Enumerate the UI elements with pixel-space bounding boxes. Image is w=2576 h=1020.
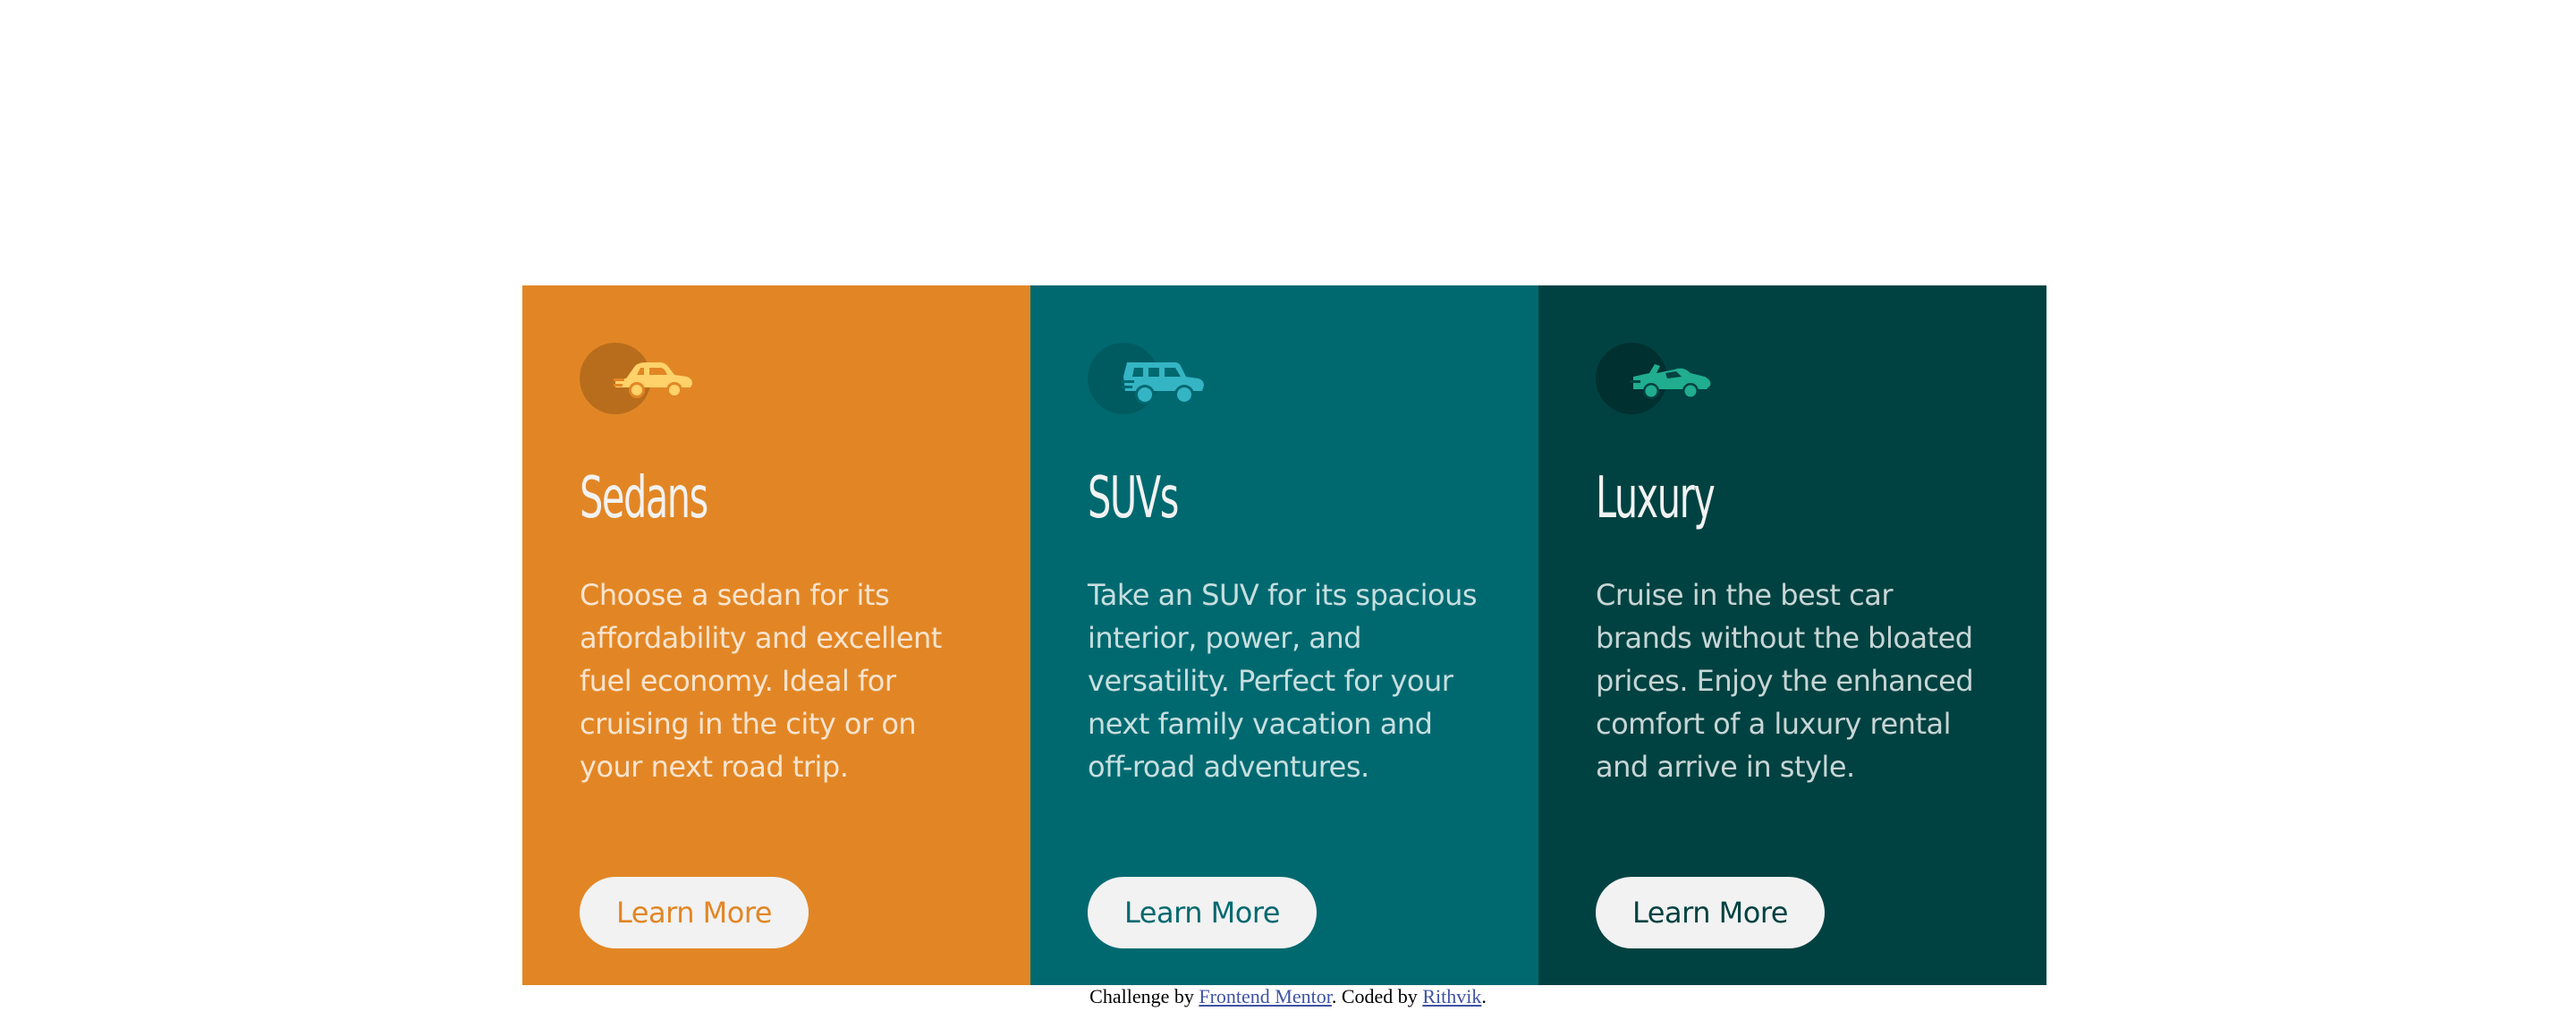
card-description: Take an SUV for its spacious interior, p… — [1088, 578, 1478, 784]
card-sedans: Sedans Choose a sedan for its affordabil… — [522, 285, 1030, 985]
sedan-car-icon-svg — [614, 362, 692, 398]
learn-more-button[interactable]: Learn More — [1088, 877, 1317, 948]
card-description: Cruise in the best car brands without th… — [1596, 578, 1974, 784]
card-suvs: SUVs Take an SUV for its spacious interi… — [1030, 285, 1538, 985]
attribution-middle: . Coded by — [1331, 985, 1423, 1007]
card-title: Sedans — [580, 465, 708, 531]
sedan-car-icon — [580, 343, 694, 414]
card-description: Choose a sedan for its affordability and… — [580, 578, 942, 784]
frontend-mentor-link[interactable]: Frontend Mentor — [1199, 985, 1332, 1007]
car-cards-container: Sedans Choose a sedan for its affordabil… — [522, 285, 2046, 985]
attribution-suffix: . — [1481, 985, 1487, 1007]
learn-more-button[interactable]: Learn More — [580, 877, 809, 948]
card-title: Luxury — [1596, 465, 1716, 531]
attribution-prefix: Challenge by — [1089, 985, 1199, 1007]
luxury-car-icon — [1596, 343, 1711, 414]
luxury-car-icon-svg — [1630, 364, 1711, 399]
suv-car-icon-svg — [1122, 362, 1204, 404]
suv-car-icon — [1088, 343, 1204, 414]
card-title: SUVs — [1088, 465, 1179, 531]
author-link[interactable]: Rithvik — [1422, 985, 1481, 1007]
learn-more-button[interactable]: Learn More — [1596, 877, 1825, 948]
attribution-footer: Challenge by Frontend Mentor. Coded by R… — [0, 984, 2576, 1009]
card-luxury: Luxury Cruise in the best car brands wit… — [1538, 285, 2046, 985]
